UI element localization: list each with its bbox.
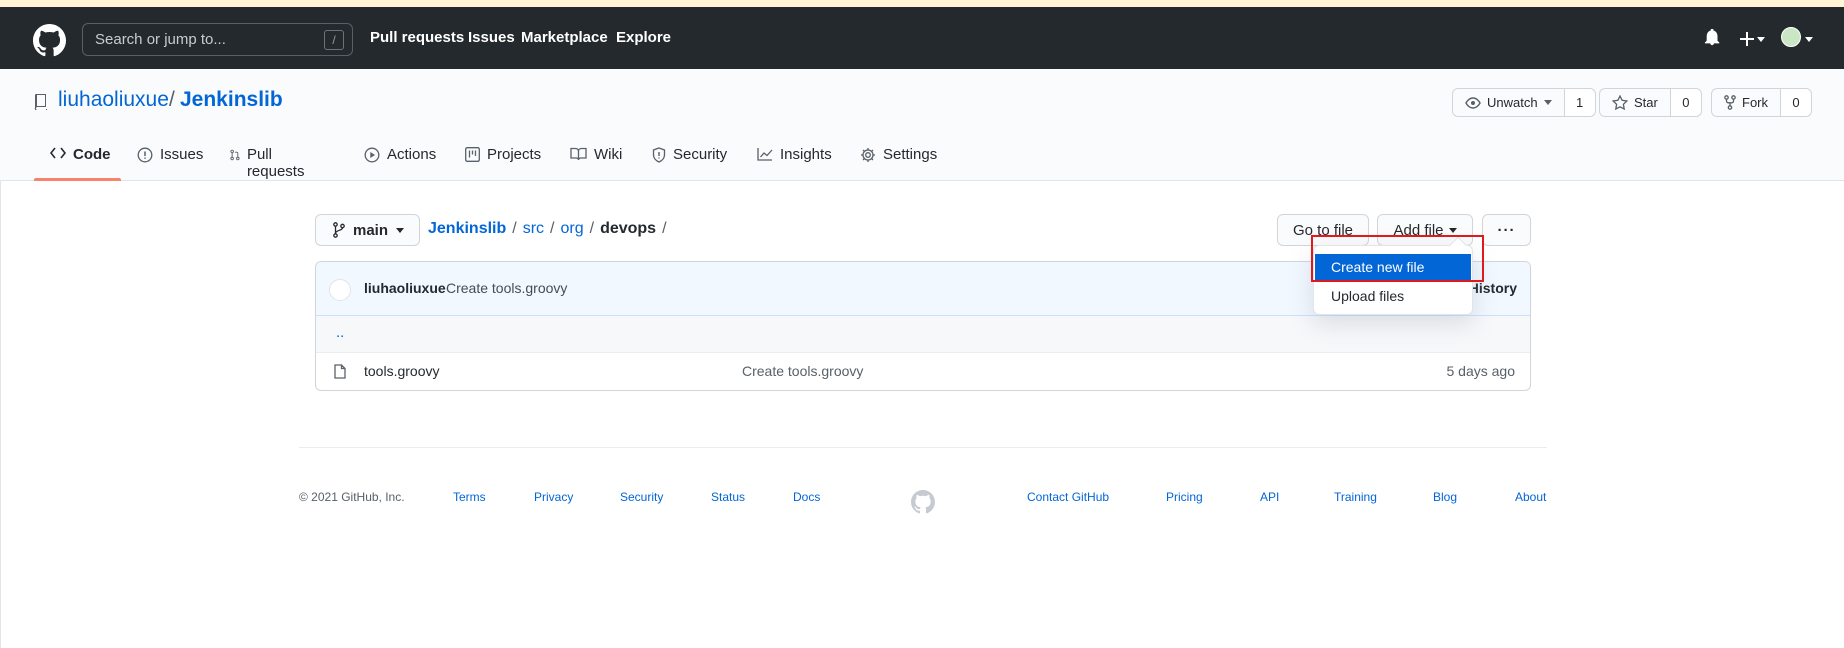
- footer-link-training[interactable]: Training: [1334, 490, 1377, 504]
- tab-settings[interactable]: Settings: [860, 140, 937, 181]
- plus-icon[interactable]: [1740, 32, 1754, 46]
- fork-button-group: Fork 0: [1711, 88, 1812, 117]
- branch-select-button[interactable]: main: [315, 214, 420, 246]
- parent-directory-row[interactable]: ..: [316, 316, 1530, 353]
- nav-issues[interactable]: Issues: [468, 7, 515, 69]
- breadcrumb-current: devops: [600, 220, 657, 237]
- file-name-link[interactable]: tools.groovy: [364, 363, 439, 379]
- tab-insights[interactable]: Insights: [757, 140, 832, 181]
- bell-icon[interactable]: [1704, 29, 1720, 47]
- eye-icon: [1465, 96, 1481, 109]
- breadcrumb-root[interactable]: Jenkinslib: [428, 220, 506, 238]
- file-commit-message-link[interactable]: Create tools.groovy: [742, 363, 863, 379]
- file-age: 5 days ago: [1446, 363, 1516, 379]
- footer-link-contact-github[interactable]: Contact GitHub: [1027, 490, 1109, 504]
- unwatch-label: Unwatch: [1487, 95, 1538, 110]
- global-header: Search or jump to... / Pull requests Iss…: [0, 7, 1844, 69]
- chevron-down-icon: [1448, 227, 1457, 233]
- tab-wiki[interactable]: Wiki: [570, 140, 622, 181]
- commit-author-link[interactable]: liuhaoliuxue: [364, 280, 446, 296]
- graph-icon: [757, 148, 773, 161]
- footer-link-privacy[interactable]: Privacy: [534, 490, 573, 504]
- tab-projects[interactable]: Projects: [465, 140, 541, 181]
- tab-active-indicator: [34, 178, 121, 181]
- nav-explore[interactable]: Explore: [616, 7, 671, 69]
- star-button[interactable]: Star: [1600, 89, 1671, 116]
- more-options-button[interactable]: ···: [1482, 214, 1531, 246]
- upload-files-menu-item[interactable]: Upload files: [1315, 283, 1471, 310]
- tab-security[interactable]: Security: [652, 140, 727, 181]
- tab-pull-requests[interactable]: Pull requests: [230, 140, 309, 181]
- repo-name-link[interactable]: Jenkinslib: [180, 88, 283, 112]
- branch-name: main: [353, 221, 389, 239]
- footer-link-api[interactable]: API: [1260, 490, 1279, 504]
- fork-button[interactable]: Fork: [1712, 89, 1781, 116]
- gear-icon: [861, 148, 875, 162]
- search-placeholder: Search or jump to...: [95, 31, 226, 48]
- table-row: tools.groovy Create tools.groovy 5 days …: [316, 353, 1530, 390]
- fork-label: Fork: [1742, 95, 1768, 110]
- watch-button-group: Unwatch 1: [1452, 88, 1596, 117]
- footer-divider: [299, 447, 1547, 448]
- tab-actions[interactable]: Actions: [364, 140, 436, 181]
- github-logo-icon[interactable]: [911, 490, 935, 514]
- top-banner-strip: [0, 0, 1844, 7]
- star-icon: [1612, 95, 1628, 110]
- add-file-dropdown-menu: Create new file Upload files: [1313, 236, 1473, 315]
- footer-copyright: © 2021 GitHub, Inc.: [299, 490, 405, 504]
- project-icon: [465, 147, 480, 162]
- footer-link-docs[interactable]: Docs: [793, 490, 820, 504]
- watchers-count[interactable]: 1: [1564, 89, 1595, 116]
- github-logo-icon[interactable]: [33, 24, 66, 57]
- go-to-file-button[interactable]: Go to file: [1277, 214, 1369, 246]
- avatar[interactable]: [1781, 27, 1801, 47]
- git-pull-request-icon: [230, 149, 240, 161]
- avatar[interactable]: [329, 279, 351, 301]
- add-file-label: Add file: [1393, 221, 1444, 239]
- commit-message-link[interactable]: Create tools.groovy: [446, 280, 567, 296]
- footer-link-pricing[interactable]: Pricing: [1166, 490, 1203, 504]
- footer-link-about[interactable]: About: [1515, 490, 1546, 504]
- forks-count[interactable]: 0: [1781, 89, 1811, 116]
- breadcrumb-src[interactable]: src: [523, 220, 544, 238]
- chevron-down-icon: [1805, 37, 1813, 42]
- footer-link-status[interactable]: Status: [711, 490, 745, 504]
- play-icon: [364, 147, 380, 163]
- git-branch-icon: [333, 222, 345, 238]
- chevron-down-icon: [396, 227, 405, 233]
- issue-opened-icon: [137, 147, 153, 163]
- file-icon: [334, 364, 346, 379]
- shield-icon: [652, 147, 666, 163]
- repo-icon: [34, 94, 47, 110]
- footer-link-security[interactable]: Security: [620, 490, 663, 504]
- star-label: Star: [1634, 95, 1658, 110]
- nav-marketplace[interactable]: Marketplace: [521, 7, 608, 69]
- nav-pull-requests[interactable]: Pull requests: [370, 7, 464, 69]
- unwatch-button[interactable]: Unwatch: [1453, 89, 1565, 116]
- breadcrumb: Jenkinslib / src / org / devops /: [428, 220, 667, 238]
- footer-link-terms[interactable]: Terms: [453, 490, 486, 504]
- history-link[interactable]: History: [1469, 280, 1517, 296]
- search-shortcut-key: /: [324, 30, 344, 50]
- code-icon: [50, 147, 66, 159]
- star-button-group: Star 0: [1599, 88, 1702, 117]
- breadcrumb-org[interactable]: org: [560, 220, 583, 238]
- chevron-down-icon: [1543, 100, 1552, 105]
- repo-separator: /: [169, 88, 175, 111]
- tab-code[interactable]: Code: [50, 140, 111, 181]
- chevron-down-icon: [1757, 37, 1765, 42]
- search-input[interactable]: Search or jump to... /: [82, 23, 353, 56]
- repo-owner-link[interactable]: liuhaoliuxue: [58, 88, 169, 112]
- create-new-file-menu-item[interactable]: Create new file: [1315, 254, 1471, 281]
- page-left-border: [0, 181, 1, 648]
- repo-forked-icon: [1724, 95, 1736, 110]
- book-icon: [570, 147, 587, 161]
- parent-directory-link[interactable]: ..: [336, 324, 344, 341]
- tab-issues[interactable]: Issues: [137, 140, 203, 181]
- stars-count[interactable]: 0: [1670, 89, 1701, 116]
- footer-link-blog[interactable]: Blog: [1433, 490, 1457, 504]
